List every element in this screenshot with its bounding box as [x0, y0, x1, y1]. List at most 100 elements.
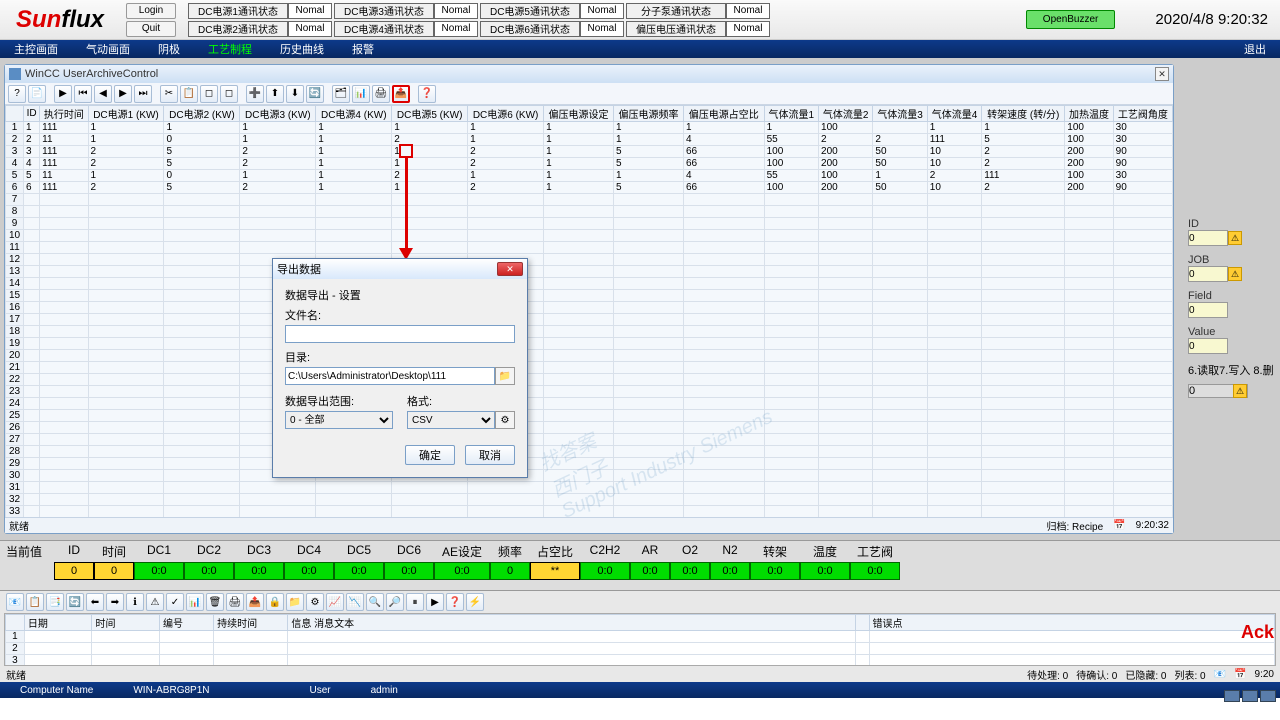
toolbar-button[interactable]: 🗂 — [332, 85, 350, 103]
grid-cell[interactable]: 1 — [982, 122, 1065, 134]
alarm-col-header[interactable]: 信息 消息文本 — [288, 615, 856, 631]
grid-cell[interactable]: 2 — [468, 182, 544, 194]
grid-cell[interactable]: 100 — [819, 170, 873, 182]
alarm-toolbar-button[interactable]: ⚠ — [146, 593, 164, 611]
grid-cell[interactable]: 10 — [927, 158, 981, 170]
toolbar-button[interactable]: ❓ — [418, 85, 436, 103]
grid-cell[interactable]: 1 — [316, 158, 392, 170]
grid-cell[interactable]: 66 — [683, 146, 764, 158]
toolbar-button[interactable]: 📊 — [352, 85, 370, 103]
alarm-toolbar-button[interactable]: 🔄 — [66, 593, 84, 611]
nav-exit[interactable]: 退出 — [1230, 41, 1280, 57]
grid-cell[interactable]: 1 — [468, 122, 544, 134]
grid-cell[interactable]: 2 — [24, 134, 40, 146]
grid-cell[interactable]: 0 — [164, 170, 240, 182]
grid-cell[interactable]: 200 — [819, 146, 873, 158]
grid-cell[interactable]: 111 — [40, 146, 88, 158]
col-header[interactable]: DC电源6 (KW) — [468, 106, 544, 122]
toolbar-button[interactable]: ⬆ — [266, 85, 284, 103]
grid-cell[interactable]: 1 — [88, 122, 164, 134]
alarm-col-header[interactable]: 日期 — [24, 615, 92, 631]
toolbar-button[interactable]: 🔄 — [306, 85, 324, 103]
alarm-toolbar-button[interactable]: 🔎 — [386, 593, 404, 611]
alarm-toolbar-button[interactable]: ❓ — [446, 593, 464, 611]
grid-cell[interactable]: 3 — [24, 146, 40, 158]
grid-cell[interactable]: 200 — [1065, 158, 1113, 170]
grid-cell[interactable]: 1 — [544, 146, 614, 158]
alarm-col-header[interactable]: 时间 — [92, 615, 160, 631]
alarm-toolbar-button[interactable]: ⬅ — [86, 593, 104, 611]
grid-cell[interactable]: 200 — [1065, 182, 1113, 194]
format-settings-button[interactable]: ⚙ — [495, 411, 515, 429]
alarm-toolbar-button[interactable]: 📑 — [46, 593, 64, 611]
grid-cell[interactable]: 2 — [982, 146, 1065, 158]
grid-cell[interactable]: 5 — [614, 146, 684, 158]
alarm-toolbar-button[interactable]: ⚙ — [306, 593, 324, 611]
grid-cell[interactable]: 1 — [468, 134, 544, 146]
col-header[interactable]: DC电源1 (KW) — [88, 106, 164, 122]
alarm-col-header[interactable]: 持续时间 — [214, 615, 288, 631]
toolbar-button[interactable]: ▶ — [54, 85, 72, 103]
col-header[interactable]: 偏压电源设定 — [544, 106, 614, 122]
toolbar-button[interactable]: ◀ — [94, 85, 112, 103]
toolbar-button[interactable]: 📄 — [28, 85, 46, 103]
toolbar-button[interactable]: ✂ — [160, 85, 178, 103]
grid-cell[interactable]: 4 — [24, 158, 40, 170]
grid-cell[interactable]: 2 — [88, 146, 164, 158]
toolbar-button[interactable]: ◻ — [200, 85, 218, 103]
grid-cell[interactable]: 10 — [927, 182, 981, 194]
grid-cell[interactable]: 1 — [544, 134, 614, 146]
nav-tab[interactable]: 阴极 — [144, 41, 194, 57]
alarm-toolbar-button[interactable]: 🔍 — [366, 593, 384, 611]
alarm-toolbar-button[interactable]: 📊 — [186, 593, 204, 611]
grid-cell[interactable]: 5 — [164, 146, 240, 158]
nav-tab[interactable]: 历史曲线 — [266, 41, 338, 57]
grid-cell[interactable]: 1 — [544, 122, 614, 134]
grid-cell[interactable]: 11 — [40, 170, 88, 182]
grid-cell[interactable]: 50 — [873, 158, 927, 170]
grid-cell[interactable]: 55 — [764, 170, 818, 182]
grid-cell[interactable]: 1 — [316, 122, 392, 134]
col-header[interactable]: 执行时间 — [40, 106, 88, 122]
grid-cell[interactable]: 1 — [927, 122, 981, 134]
grid-cell[interactable]: 111 — [40, 122, 88, 134]
grid-cell[interactable]: 2 — [240, 158, 316, 170]
alarm-toolbar-button[interactable]: 📁 — [286, 593, 304, 611]
grid-cell[interactable]: 100 — [1065, 134, 1113, 146]
grid-cell[interactable]: 200 — [1065, 146, 1113, 158]
grid-cell[interactable]: 2 — [240, 146, 316, 158]
grid-cell[interactable]: 200 — [819, 158, 873, 170]
toolbar-button[interactable]: ⏭ — [134, 85, 152, 103]
alarm-col-header[interactable] — [856, 615, 870, 631]
alarm-toolbar-button[interactable]: ⏸ — [406, 593, 424, 611]
alarm-toolbar-button[interactable]: ✓ — [166, 593, 184, 611]
grid-cell[interactable]: 5 — [614, 182, 684, 194]
grid-cell[interactable]: 2 — [982, 158, 1065, 170]
alarm-col-header[interactable]: 编号 — [160, 615, 214, 631]
col-header[interactable]: 气体流量3 — [873, 106, 927, 122]
alarm-toolbar-button[interactable]: ➡ — [106, 593, 124, 611]
grid-cell[interactable]: 100 — [764, 146, 818, 158]
grid-cell[interactable]: 1 — [544, 170, 614, 182]
grid-cell[interactable]: 100 — [1065, 170, 1113, 182]
toolbar-button[interactable]: ? — [8, 85, 26, 103]
alarm-toolbar-button[interactable]: 📧 — [6, 593, 24, 611]
ok-button[interactable]: 确定 — [405, 445, 455, 465]
alarm-toolbar-button[interactable]: 🖨 — [226, 593, 244, 611]
browse-dir-button[interactable]: 📁 — [495, 367, 515, 385]
grid-cell[interactable]: 1 — [392, 158, 468, 170]
grid-cell[interactable]: 1 — [316, 170, 392, 182]
window-close-button[interactable]: ✕ — [1155, 67, 1169, 81]
format-select[interactable]: CSV — [407, 411, 495, 429]
col-header[interactable]: 偏压电源频率 — [614, 106, 684, 122]
grid-cell[interactable]: 111 — [40, 182, 88, 194]
col-header[interactable]: 气体流量2 — [819, 106, 873, 122]
toolbar-button[interactable]: 📋 — [180, 85, 198, 103]
grid-cell[interactable]: 2 — [982, 182, 1065, 194]
grid-cell[interactable]: 5 — [614, 158, 684, 170]
grid-cell[interactable]: 0 — [164, 134, 240, 146]
toolbar-button[interactable]: 📤 — [392, 85, 410, 103]
grid-cell[interactable]: 5 — [982, 134, 1065, 146]
ack-button[interactable]: Ack — [1241, 622, 1274, 643]
col-header[interactable]: 加热温度 — [1065, 106, 1113, 122]
